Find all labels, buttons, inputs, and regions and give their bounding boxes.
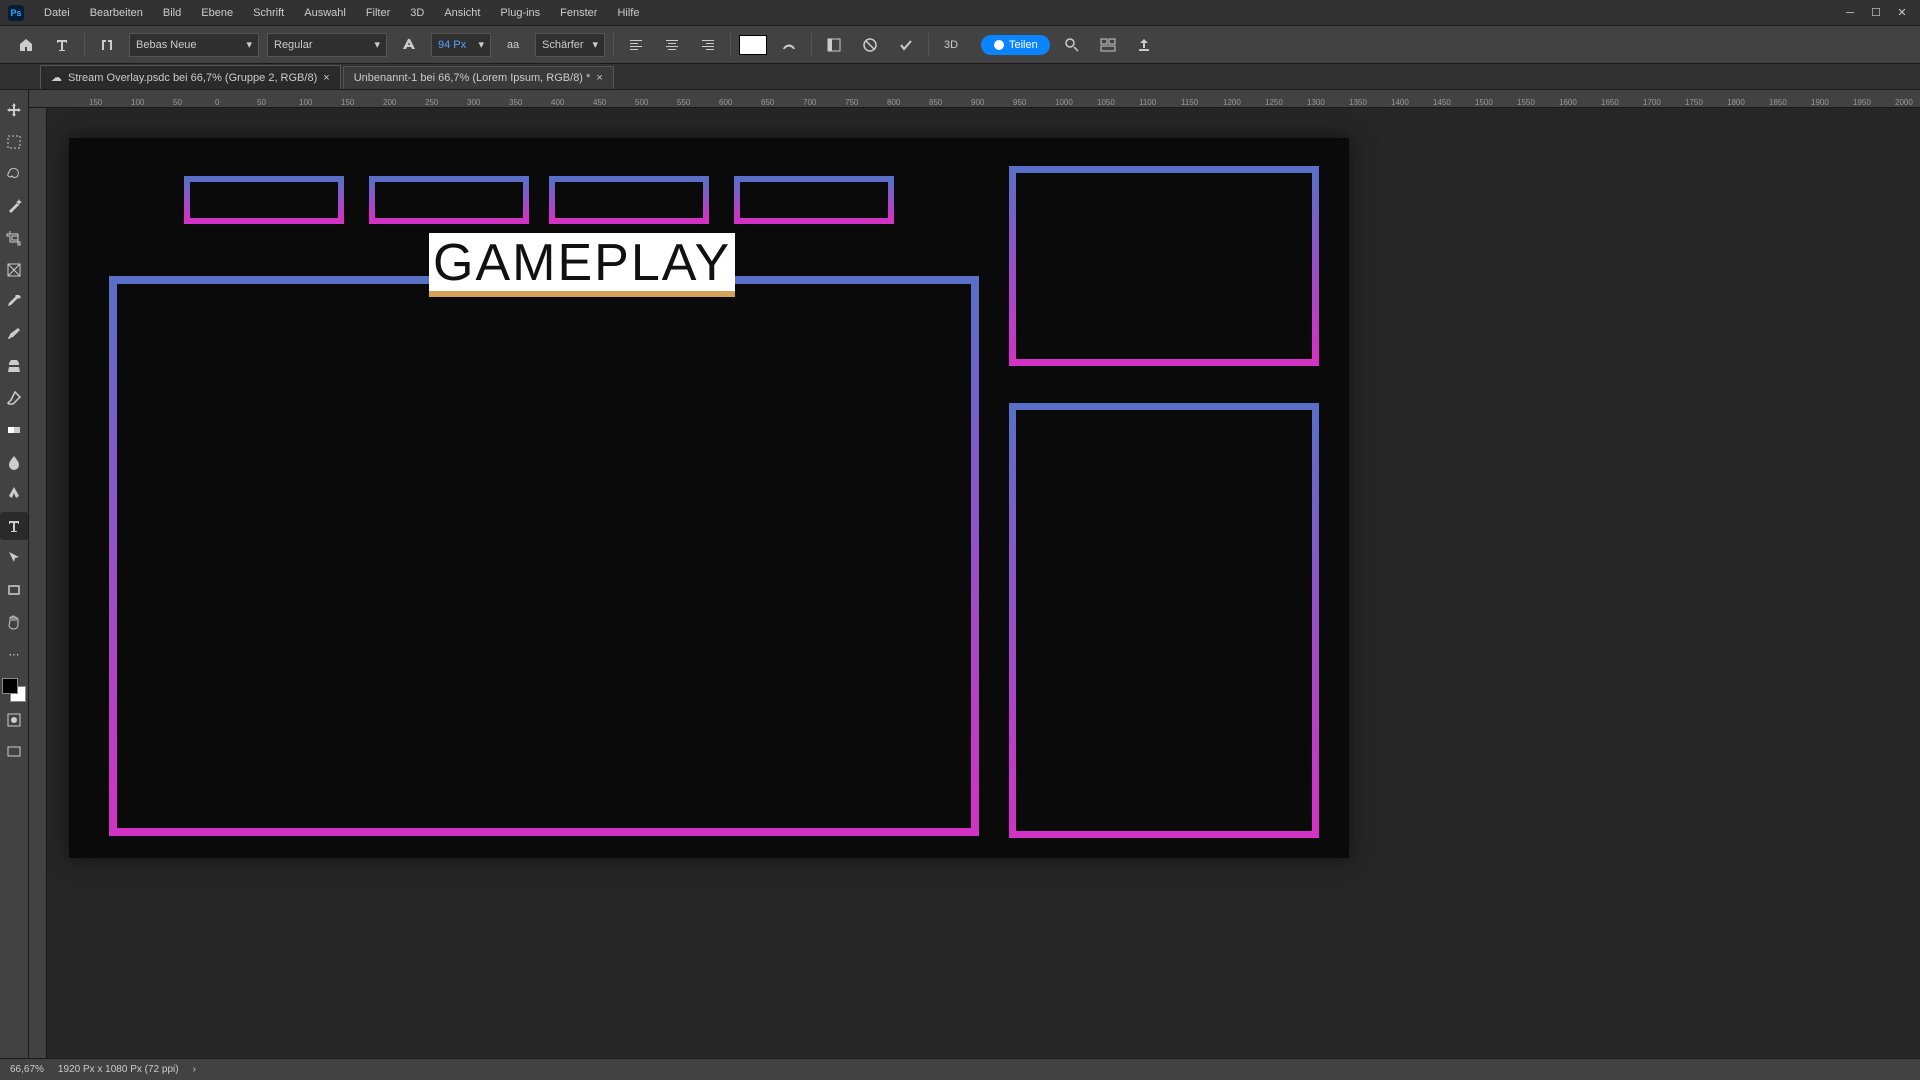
tools-panel: ⋯	[0, 90, 29, 1058]
font-family-dropdown[interactable]: Bebas Neue▾	[129, 33, 259, 57]
status-chevron-icon[interactable]: ›	[193, 1064, 196, 1075]
document-tab[interactable]: ☁Stream Overlay.psdc bei 66,7% (Gruppe 2…	[40, 65, 341, 89]
blur-tool[interactable]	[0, 448, 28, 476]
menu-3d[interactable]: 3D	[400, 3, 434, 23]
rectangle-tool[interactable]	[0, 576, 28, 604]
color-picker[interactable]	[2, 678, 26, 702]
menu-ansicht[interactable]: Ansicht	[434, 3, 490, 23]
document-info: 1920 Px x 1080 Px (72 ppi)	[58, 1064, 179, 1075]
pen-tool[interactable]	[0, 480, 28, 508]
3d-icon[interactable]: 3D	[937, 31, 965, 59]
text-color-swatch[interactable]	[739, 35, 767, 55]
document-tabs: ☁Stream Overlay.psdc bei 66,7% (Gruppe 2…	[0, 64, 1920, 90]
menu-ebene[interactable]: Ebene	[191, 3, 243, 23]
antialiasing-dropdown[interactable]: Schärfer▾	[535, 33, 605, 57]
overlay-main-box	[109, 276, 979, 836]
screen-mode-tool[interactable]	[0, 738, 28, 766]
font-style-dropdown[interactable]: Regular▾	[267, 33, 387, 57]
align-right-icon[interactable]	[694, 31, 722, 59]
menu-schrift[interactable]: Schrift	[243, 3, 294, 23]
eraser-tool[interactable]	[0, 384, 28, 412]
menu-bild[interactable]: Bild	[153, 3, 191, 23]
overlay-box-4	[734, 176, 894, 224]
ruler-vertical	[29, 108, 47, 1058]
font-size-dropdown[interactable]: 94 Px▾	[431, 33, 491, 57]
overlay-box-2	[369, 176, 529, 224]
more-tools[interactable]: ⋯	[0, 640, 28, 668]
menu-datei[interactable]: Datei	[34, 3, 80, 23]
font-size-icon	[395, 31, 423, 59]
overlay-box-1	[184, 176, 344, 224]
hand-tool[interactable]	[0, 608, 28, 636]
search-icon[interactable]	[1058, 31, 1086, 59]
gameplay-text[interactable]: GAMEPLAY	[429, 233, 735, 293]
cloud-icon: ☁	[51, 71, 62, 84]
lasso-tool[interactable]	[0, 160, 28, 188]
minimize-button[interactable]: ─	[1840, 3, 1860, 23]
canvas-area: 1501005005010015020025030035040045050055…	[29, 90, 1920, 1058]
align-left-icon[interactable]	[622, 31, 650, 59]
overlay-box-3	[549, 176, 709, 224]
share-export-icon[interactable]	[1130, 31, 1158, 59]
type-tool[interactable]	[0, 512, 28, 540]
document-tab[interactable]: Unbenannt-1 bei 66,7% (Lorem Ipsum, RGB/…	[343, 66, 614, 89]
clone-stamp-tool[interactable]	[0, 352, 28, 380]
type-tool-icon	[48, 31, 76, 59]
cancel-icon[interactable]	[856, 31, 884, 59]
workspace-icon[interactable]	[1094, 31, 1122, 59]
options-bar: Bebas Neue▾ Regular▾ 94 Px▾ aa Schärfer▾…	[0, 26, 1920, 64]
crop-tool[interactable]	[0, 224, 28, 252]
menu-plug-ins[interactable]: Plug-ins	[490, 3, 550, 23]
close-button[interactable]: ✕	[1892, 3, 1912, 23]
quick-mask-tool[interactable]	[0, 706, 28, 734]
warp-text-icon[interactable]	[775, 31, 803, 59]
eyedropper-tool[interactable]	[0, 288, 28, 316]
overlay-chat-box	[1009, 403, 1319, 838]
overlay-webcam-box	[1009, 166, 1319, 366]
magic-wand-tool[interactable]	[0, 192, 28, 220]
text-orientation-icon[interactable]	[93, 31, 121, 59]
brush-tool[interactable]	[0, 320, 28, 348]
close-tab-icon[interactable]: ×	[323, 72, 329, 84]
maximize-button[interactable]: ☐	[1866, 3, 1886, 23]
move-tool[interactable]	[0, 96, 28, 124]
menu-hilfe[interactable]: Hilfe	[607, 3, 649, 23]
marquee-tool[interactable]	[0, 128, 28, 156]
home-icon[interactable]	[12, 31, 40, 59]
zoom-level[interactable]: 66,67%	[10, 1064, 44, 1075]
frame-tool[interactable]	[0, 256, 28, 284]
antialiasing-icon: aa	[499, 31, 527, 59]
ruler-horizontal: 1501005005010015020025030035040045050055…	[29, 90, 1920, 108]
menu-bar: Ps DateiBearbeitenBildEbeneSchriftAuswah…	[0, 0, 1920, 26]
close-tab-icon[interactable]: ×	[596, 72, 602, 84]
menu-filter[interactable]: Filter	[356, 3, 400, 23]
canvas[interactable]: GAMEPLAY	[69, 138, 1349, 858]
path-selection-tool[interactable]	[0, 544, 28, 572]
menu-auswahl[interactable]: Auswahl	[294, 3, 356, 23]
menu-bearbeiten[interactable]: Bearbeiten	[80, 3, 153, 23]
status-bar: 66,67% 1920 Px x 1080 Px (72 ppi) ›	[0, 1058, 1920, 1080]
commit-icon[interactable]	[892, 31, 920, 59]
align-center-icon[interactable]	[658, 31, 686, 59]
share-button[interactable]: Teilen	[981, 35, 1050, 55]
gradient-tool[interactable]	[0, 416, 28, 444]
panel-toggle-icon[interactable]	[820, 31, 848, 59]
app-icon: Ps	[8, 5, 24, 21]
menu-fenster[interactable]: Fenster	[550, 3, 607, 23]
